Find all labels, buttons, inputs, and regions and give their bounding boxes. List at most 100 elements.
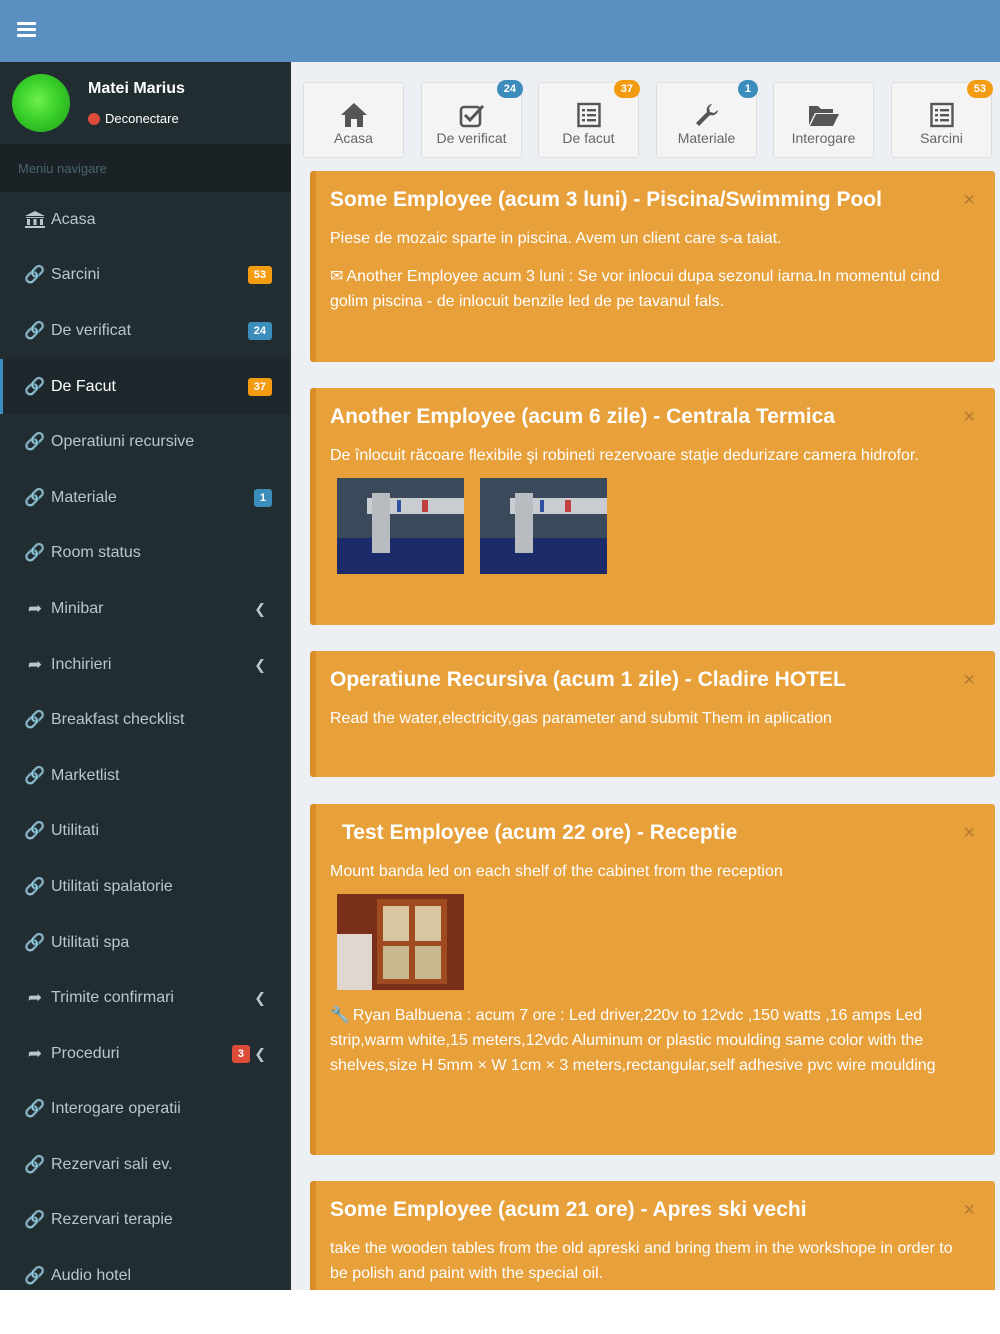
task-description: take the wooden tables from the old apre… bbox=[330, 1240, 953, 1282]
sidebar-item-materiale[interactable]: 🔗 Materiale 1 bbox=[0, 470, 291, 526]
link-icon: 🔗 bbox=[24, 376, 46, 396]
count-badge: 3 bbox=[231, 1044, 250, 1063]
sidebar-item-acasa[interactable]: Acasa bbox=[0, 192, 291, 248]
folder-open-icon bbox=[808, 106, 839, 126]
photo-thumbnail[interactable] bbox=[480, 478, 607, 574]
task-title: Another Employee (acum 6 zile) - Central… bbox=[330, 405, 835, 428]
sidebar-item-de-facut[interactable]: 🔗 De Facut 37 bbox=[0, 358, 291, 415]
photo-gallery bbox=[330, 478, 955, 574]
count-badge: 37 bbox=[613, 80, 640, 98]
task-card: × Another Employee (acum 6 zile) - Centr… bbox=[310, 388, 995, 625]
sidebar-item-label: Acasa bbox=[51, 210, 96, 228]
sidebar-item-utilitati[interactable]: 🔗 Utilitati bbox=[0, 804, 291, 860]
close-icon[interactable]: × bbox=[963, 822, 975, 845]
sidebar: Matei Marius Deconectare Meniu navigare … bbox=[0, 62, 291, 1290]
sidebar-item-utilitati-spa[interactable]: 🔗 Utilitati spa bbox=[0, 915, 291, 971]
menu-header: Meniu navigare bbox=[0, 144, 291, 192]
shortcut-label: De facut bbox=[562, 130, 615, 146]
share-icon: ➦ bbox=[27, 654, 43, 674]
logout-label: Deconectare bbox=[105, 111, 179, 126]
wrench-icon: 🔧 bbox=[330, 1007, 350, 1024]
link-icon: 🔗 bbox=[24, 765, 46, 785]
sidebar-item-room-status[interactable]: 🔗 Room status bbox=[0, 526, 291, 582]
sidebar-item-label: Breakfast checklist bbox=[51, 711, 185, 729]
link-icon: 🔗 bbox=[24, 1266, 46, 1286]
shortcut-label: Materiale bbox=[677, 130, 736, 146]
link-icon: 🔗 bbox=[24, 487, 46, 507]
close-icon[interactable]: × bbox=[963, 669, 975, 692]
shortcut-bar: Acasa De verificat 24 De facut 37 Materi… bbox=[303, 80, 1000, 158]
task-title: Operatiune Recursiva (acum 1 zile) - Cla… bbox=[330, 668, 846, 691]
sidebar-item-breakfast-checklist[interactable]: 🔗 Breakfast checklist bbox=[0, 692, 291, 748]
shortcut-de-verificat[interactable]: De verificat 24 bbox=[421, 80, 523, 158]
shortcut-sarcini[interactable]: Sarcini 53 bbox=[891, 80, 993, 158]
sidebar-item-label: Operatiuni recursive bbox=[51, 433, 195, 451]
count-badge: 37 bbox=[247, 377, 272, 396]
wrench-icon bbox=[695, 104, 718, 126]
link-icon: 🔗 bbox=[24, 710, 46, 730]
sidebar-item-label: Audio hotel bbox=[51, 1267, 132, 1285]
link-icon: 🔗 bbox=[24, 1210, 46, 1230]
user-name: Matei Marius bbox=[88, 80, 185, 97]
shortcut-de-facut[interactable]: De facut 37 bbox=[538, 80, 640, 158]
link-icon: 🔗 bbox=[24, 320, 46, 340]
sidebar-item-proceduri[interactable]: ➦ Proceduri 3 ❮ bbox=[0, 1026, 291, 1082]
share-icon: ➦ bbox=[27, 1043, 43, 1063]
share-icon: ➦ bbox=[27, 598, 43, 618]
sidebar-item-operatiuni-recursive[interactable]: 🔗 Operatiuni recursive bbox=[0, 414, 291, 470]
task-description: De înlocuit răcoare flexibile şi robinet… bbox=[330, 447, 919, 464]
sidebar-item-utilitati-spalatorie[interactable]: 🔗 Utilitati spalatorie bbox=[0, 859, 291, 915]
link-icon: 🔗 bbox=[24, 1154, 46, 1174]
link-icon: 🔗 bbox=[24, 265, 46, 285]
close-icon[interactable]: × bbox=[963, 189, 975, 212]
photo-thumbnail[interactable] bbox=[337, 894, 464, 990]
task-title: Test Employee (acum 22 ore) - Receptie bbox=[342, 821, 738, 844]
sidebar-item-interogare-operatii[interactable]: 🔗 Interogare operatii bbox=[0, 1082, 291, 1138]
sidebar-item-label: Room status bbox=[51, 544, 141, 562]
sidebar-item-audio-hotel[interactable]: 🔗 Audio hotel bbox=[0, 1248, 291, 1290]
photo-thumbnail[interactable] bbox=[337, 478, 464, 574]
top-navbar bbox=[0, 0, 1000, 62]
shortcut-label: Interogare bbox=[791, 130, 856, 146]
photo-gallery bbox=[330, 894, 955, 990]
share-icon: ➦ bbox=[27, 988, 43, 1008]
hamburger-menu-icon[interactable] bbox=[17, 22, 36, 37]
sidebar-item-sarcini[interactable]: 🔗 Sarcini 53 bbox=[0, 248, 291, 304]
shortcut-interogare[interactable]: Interogare bbox=[773, 82, 874, 158]
chevron-left-icon: ❮ bbox=[254, 600, 266, 617]
link-icon: 🔗 bbox=[24, 432, 46, 452]
avatar bbox=[12, 74, 70, 132]
sidebar-item-minibar[interactable]: ➦ Minibar ❮ bbox=[0, 581, 291, 637]
link-icon: 🔗 bbox=[24, 932, 46, 952]
task-card: × Operatiune Recursiva (acum 1 zile) - C… bbox=[310, 651, 995, 777]
logout-link[interactable]: Deconectare bbox=[88, 111, 179, 126]
sidebar-item-label: Utilitati spalatorie bbox=[51, 877, 173, 895]
status-dot-icon bbox=[88, 112, 100, 125]
link-icon: 🔗 bbox=[24, 1099, 46, 1119]
sidebar-item-rezervari-sali[interactable]: 🔗 Rezervari sali ev. bbox=[0, 1137, 291, 1193]
task-title: Some Employee (acum 21 ore) - Apres ski … bbox=[330, 1198, 807, 1221]
task-title: Some Employee (acum 3 luni) - Piscina/Sw… bbox=[330, 188, 882, 211]
task-comment-text: Ryan Balbuena : acum 7 ore : Led driver,… bbox=[330, 1007, 936, 1074]
sidebar-item-de-verificat[interactable]: 🔗 De verificat 24 bbox=[0, 303, 291, 359]
task-comment-text: Another Employee acum 3 luni : Se vor in… bbox=[330, 268, 940, 310]
close-icon[interactable]: × bbox=[963, 1199, 975, 1222]
sidebar-item-label: Utilitati bbox=[51, 822, 100, 840]
sidebar-item-label: Marketlist bbox=[51, 766, 120, 784]
home-icon bbox=[340, 103, 367, 127]
count-badge: 24 bbox=[496, 80, 523, 98]
close-icon[interactable]: × bbox=[963, 406, 975, 429]
sidebar-item-inchirieri[interactable]: ➦ Inchirieri ❮ bbox=[0, 637, 291, 693]
sidebar-item-label: Rezervari terapie bbox=[51, 1211, 173, 1229]
chevron-left-icon: ❮ bbox=[254, 989, 266, 1006]
shortcut-acasa[interactable]: Acasa bbox=[303, 82, 404, 158]
task-description: Mount banda led on each shelf of the cab… bbox=[330, 863, 783, 880]
task-comment: 🔧 Ryan Balbuena : acum 7 ore : Led driver… bbox=[330, 1003, 955, 1078]
sidebar-item-marketlist[interactable]: 🔗 Marketlist bbox=[0, 748, 291, 804]
sidebar-item-rezervari-terapie[interactable]: 🔗 Rezervari terapie bbox=[0, 1193, 291, 1249]
task-description: Read the water,electricity,gas parameter… bbox=[330, 710, 832, 727]
sidebar-item-label: Interogare operatii bbox=[51, 1100, 181, 1118]
list-icon bbox=[929, 102, 954, 128]
shortcut-materiale[interactable]: Materiale 1 bbox=[656, 80, 758, 158]
sidebar-item-trimite-confirmari[interactable]: ➦ Trimite confirmari ❮ bbox=[0, 970, 291, 1026]
